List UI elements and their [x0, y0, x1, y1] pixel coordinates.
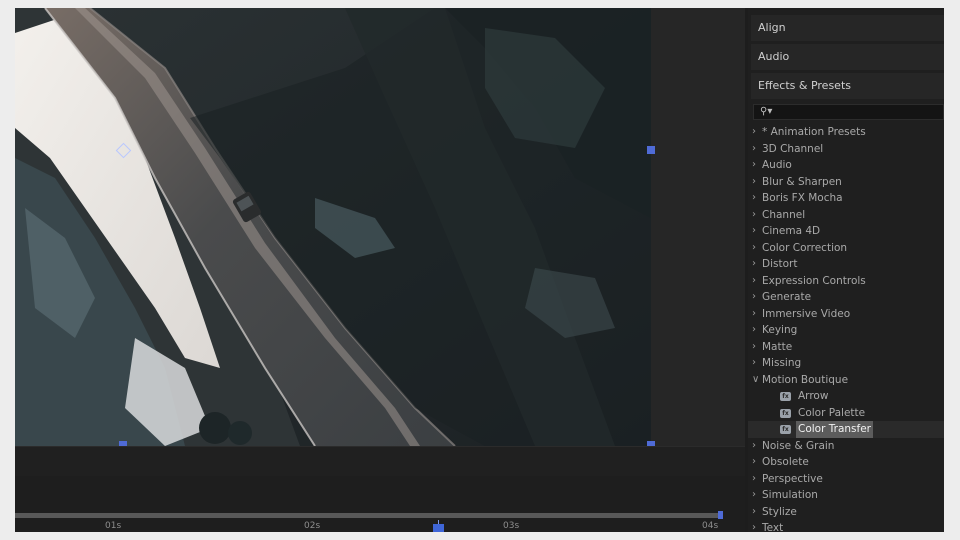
align-panel-tab[interactable]: Align: [751, 15, 944, 41]
chevron-right-icon[interactable]: ›: [752, 520, 762, 532]
effects-search-input[interactable]: ⚲▾: [753, 104, 944, 120]
effects-category-item[interactable]: › Color Correction: [748, 240, 944, 257]
work-area-end-handle[interactable]: [718, 511, 723, 519]
effects-category-label: Distort: [762, 258, 798, 270]
effects-tree[interactable]: › * Animation Presets › 3D Channel › Audio › Bl…: [748, 124, 944, 532]
effect-preset-label: Color Palette: [798, 406, 866, 419]
effects-category-item[interactable]: › * Animation Presets: [748, 124, 944, 141]
viewer-footer-bar: [15, 446, 745, 477]
chevron-right-icon[interactable]: ›: [752, 256, 762, 273]
effects-category-item[interactable]: › Cinema 4D: [748, 223, 944, 240]
work-area-bar[interactable]: [15, 513, 722, 518]
chevron-right-icon[interactable]: ›: [752, 339, 762, 356]
effects-category-item[interactable]: › Expression Controls: [748, 273, 944, 290]
effects-category-item[interactable]: › Matte: [748, 339, 944, 356]
effects-category-item[interactable]: › 3D Channel: [748, 141, 944, 158]
effects-presets-panel-tab[interactable]: Effects & Presets: [751, 73, 944, 99]
effects-category-label: Matte: [762, 340, 793, 353]
effects-category-label: Expression Controls: [762, 274, 866, 287]
time-ruler-label: 03s: [503, 521, 520, 531]
chevron-right-icon[interactable]: ›: [752, 438, 762, 455]
effects-category-label: * Animation Presets: [762, 126, 866, 138]
transform-handle-right-middle[interactable]: [647, 146, 655, 154]
aerial-road-footage: [15, 8, 651, 446]
composition-viewer[interactable]: [15, 8, 745, 446]
effects-category-label: Cinema 4D: [762, 225, 821, 237]
effects-category-label: Text: [762, 522, 784, 532]
effects-category-label: Blur & Sharpen: [762, 175, 842, 188]
effects-category-label: Missing: [762, 357, 802, 369]
time-ruler-label: 01s: [105, 521, 122, 531]
effect-icon: fx: [780, 408, 791, 418]
right-panel-stack: Align Audio Effects & Presets ⚲▾ › * Anim…: [748, 8, 944, 532]
time-ruler-label: 04s: [702, 521, 719, 531]
effects-category-item[interactable]: › Noise & Grain: [748, 438, 944, 455]
chevron-right-icon[interactable]: ›: [752, 223, 762, 240]
effects-category-label: Stylize: [762, 505, 797, 518]
effects-category-label: Immersive Video: [762, 307, 851, 320]
chevron-right-icon[interactable]: ›: [752, 174, 762, 191]
effects-category-item[interactable]: › Boris FX Mocha: [748, 190, 944, 207]
chevron-right-icon[interactable]: ›: [752, 355, 762, 372]
effects-category-label: Obsolete: [762, 456, 809, 468]
chevron-right-icon[interactable]: ›: [752, 487, 762, 504]
effects-category-item[interactable]: › Blur & Sharpen: [748, 174, 944, 191]
effects-category-item[interactable]: › Keying: [748, 322, 944, 339]
viewer-pasteboard: [651, 8, 745, 446]
effect-icon: fx: [780, 392, 791, 401]
effect-icon: fx: [780, 425, 791, 434]
audio-panel-tab[interactable]: Audio: [751, 44, 944, 70]
effects-category-item[interactable]: › Immersive Video: [748, 306, 944, 323]
chevron-right-icon[interactable]: ›: [752, 471, 762, 488]
effects-category-item[interactable]: › Stylize: [748, 504, 944, 521]
effects-category-item[interactable]: › Simulation: [748, 487, 944, 504]
effects-category-label: Simulation: [762, 489, 818, 501]
effects-category-item[interactable]: › Perspective: [748, 471, 944, 488]
chevron-down-icon[interactable]: ∨: [752, 372, 762, 389]
effects-category-label: Boris FX Mocha: [762, 192, 843, 204]
chevron-right-icon[interactable]: ›: [752, 454, 762, 471]
footage-layer[interactable]: [15, 8, 651, 446]
effects-category-label: Keying: [762, 324, 798, 336]
effects-category-item[interactable]: › Missing: [748, 355, 944, 372]
chevron-right-icon[interactable]: ›: [752, 190, 762, 207]
chevron-right-icon[interactable]: ›: [752, 322, 762, 339]
chevron-right-icon[interactable]: ›: [752, 306, 762, 323]
effects-category-item[interactable]: › Audio: [748, 157, 944, 174]
chevron-right-icon[interactable]: ›: [752, 157, 762, 174]
effects-category-label: Noise & Grain: [762, 439, 835, 452]
effects-category-label: Audio: [762, 159, 792, 171]
effects-category-item[interactable]: › Obsolete: [748, 454, 944, 471]
timeline-panel[interactable]: 01s 02s 03s 04s: [15, 476, 745, 532]
effects-category-label: Color Correction: [762, 241, 848, 254]
chevron-right-icon[interactable]: ›: [752, 124, 762, 141]
effects-category-item[interactable]: › Channel: [748, 207, 944, 224]
current-time-indicator[interactable]: [433, 524, 444, 532]
search-icon[interactable]: ⚲▾: [760, 106, 772, 117]
effects-category-label: Perspective: [762, 472, 823, 485]
effect-preset-item[interactable]: fx Color Palette: [748, 405, 944, 422]
chevron-right-icon[interactable]: ›: [752, 289, 762, 306]
chevron-right-icon[interactable]: ›: [752, 504, 762, 521]
effects-category-item[interactable]: › Distort: [748, 256, 944, 273]
chevron-right-icon[interactable]: ›: [752, 141, 762, 158]
effect-preset-label: Arrow: [798, 390, 829, 402]
effects-category-label: 3D Channel: [762, 142, 824, 155]
chevron-right-icon[interactable]: ›: [752, 207, 762, 224]
chevron-right-icon[interactable]: ›: [752, 273, 762, 290]
effects-category-label: Motion Boutique: [762, 373, 849, 386]
app-window: 01s 02s 03s 04s Align Audio Effects & Pr…: [15, 8, 944, 532]
effect-preset-label: Color Transfer: [796, 421, 873, 438]
effects-category-label: Generate: [762, 291, 812, 303]
effects-category-item[interactable]: › Text: [748, 520, 944, 532]
effects-category-label: Channel: [762, 208, 806, 221]
chevron-right-icon[interactable]: ›: [752, 240, 762, 257]
time-ruler-label: 02s: [304, 521, 321, 531]
effect-preset-item[interactable]: fx Color Transfer: [748, 421, 944, 438]
effects-category-item[interactable]: › Generate: [748, 289, 944, 306]
effect-preset-item[interactable]: fx Arrow: [748, 388, 944, 405]
effects-category-item[interactable]: ∨ Motion Boutique: [748, 372, 944, 389]
